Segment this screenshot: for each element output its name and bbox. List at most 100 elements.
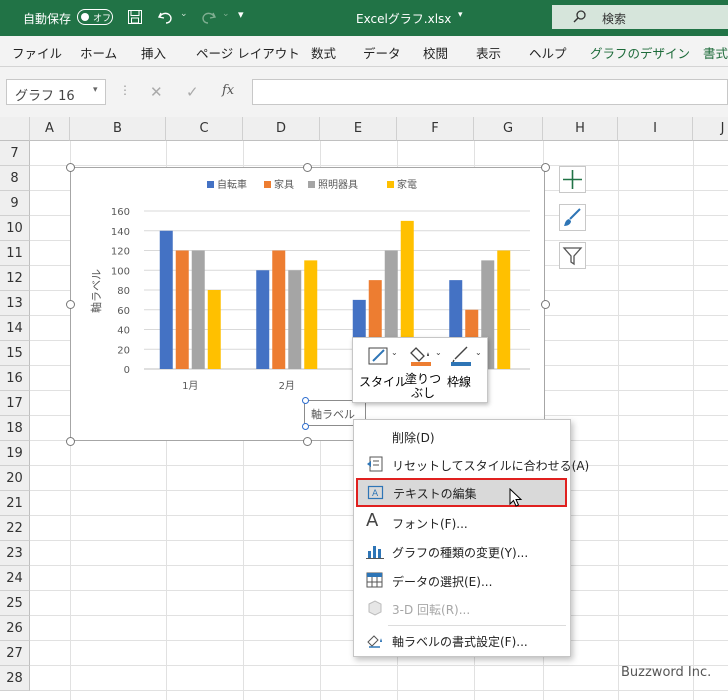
row-header-19[interactable]: 19 bbox=[0, 441, 30, 466]
title-bar: 自動保存 オフ ⌄ ⌄ ▾ Excelグラフ.xlsx ▾ 検索 bbox=[0, 0, 728, 36]
row-header-12[interactable]: 12 bbox=[0, 266, 30, 291]
fill-button[interactable]: ⌄ 塗りつ ぶし bbox=[403, 342, 443, 400]
name-box[interactable]: グラフ 16 ▾ bbox=[6, 79, 106, 105]
menu-item-format-axis-label[interactable]: 軸ラベルの書式設定(F)... bbox=[354, 626, 570, 654]
tab-formulas[interactable]: 数式 bbox=[311, 43, 336, 62]
autosave-toggle[interactable]: オフ bbox=[77, 9, 113, 25]
row-header-22[interactable]: 22 bbox=[0, 516, 30, 541]
row-header-24[interactable]: 24 bbox=[0, 566, 30, 591]
chart-elements-button[interactable] bbox=[559, 166, 586, 193]
row-header-26[interactable]: 26 bbox=[0, 616, 30, 641]
chart-resize-handle-tr[interactable] bbox=[541, 163, 550, 172]
chart-resize-handle-l[interactable] bbox=[66, 300, 75, 309]
y-axis-title: 軸ラベル bbox=[89, 269, 103, 313]
outline-dropdown-icon[interactable]: ⌄ bbox=[475, 348, 482, 357]
chart-resize-handle-bl[interactable] bbox=[66, 437, 75, 446]
menu-item-select-data[interactable]: データの選択(E)... bbox=[354, 566, 570, 594]
y-tick-label: 60 bbox=[117, 306, 130, 317]
insert-function-icon[interactable]: fx bbox=[222, 83, 234, 98]
column-header-h[interactable]: H bbox=[543, 117, 618, 141]
menu-item-label: リセットしてスタイルに合わせる(A) bbox=[392, 459, 590, 473]
tab-file[interactable]: ファイル bbox=[12, 43, 62, 62]
row-header-20[interactable]: 20 bbox=[0, 466, 30, 491]
name-box-dropdown-icon[interactable]: ▾ bbox=[93, 85, 98, 95]
tab-chart-design[interactable]: グラフのデザイン bbox=[590, 43, 690, 62]
customize-qat-icon[interactable]: ▾ bbox=[238, 8, 244, 21]
tab-insert[interactable]: 挿入 bbox=[141, 43, 166, 62]
menu-item-font[interactable]: A フォント(F)... bbox=[354, 508, 570, 536]
cancel-icon[interactable]: ✕ bbox=[150, 83, 163, 101]
svg-text:A: A bbox=[372, 489, 379, 499]
menu-item-change-chart-type[interactable]: グラフの種類の変更(Y)... bbox=[354, 537, 570, 565]
row-header-21[interactable]: 21 bbox=[0, 491, 30, 516]
menu-item-label: 削除(D) bbox=[392, 431, 435, 445]
column-header-j[interactable]: J bbox=[693, 117, 728, 141]
column-header-i[interactable]: I bbox=[618, 117, 693, 141]
search-box[interactable]: 検索 bbox=[552, 5, 728, 29]
menu-item-edit-text[interactable]: A テキストの編集 bbox=[356, 478, 567, 507]
row-header-27[interactable]: 27 bbox=[0, 641, 30, 666]
outline-button[interactable]: ⌄ 枠線 bbox=[447, 342, 487, 398]
redo-icon[interactable] bbox=[198, 9, 218, 25]
column-header-g[interactable]: G bbox=[474, 117, 543, 141]
paint-bucket-icon bbox=[410, 347, 431, 366]
filename-dropdown-icon[interactable]: ▾ bbox=[458, 10, 463, 20]
row-header-17[interactable]: 17 bbox=[0, 391, 30, 416]
axis-title-handle-tl[interactable] bbox=[302, 397, 309, 404]
row-header-7[interactable]: 7 bbox=[0, 141, 30, 166]
legend-label: 照明器具 bbox=[318, 179, 358, 191]
tab-view[interactable]: 表示 bbox=[476, 43, 501, 62]
row-header-8[interactable]: 8 bbox=[0, 166, 30, 191]
row-header-14[interactable]: 14 bbox=[0, 316, 30, 341]
tab-format[interactable]: 書式 bbox=[703, 43, 728, 62]
menu-item-3d-rotation: 3-D 回転(R)... bbox=[354, 594, 570, 622]
row-header-23[interactable]: 23 bbox=[0, 541, 30, 566]
row-header-18[interactable]: 18 bbox=[0, 416, 30, 441]
chart-resize-handle-b[interactable] bbox=[303, 437, 312, 446]
x-tick-label: 2月 bbox=[279, 380, 295, 392]
column-header-d[interactable]: D bbox=[243, 117, 320, 141]
edit-text-icon: A bbox=[367, 485, 384, 500]
axis-title-handle-bl[interactable] bbox=[302, 423, 309, 430]
select-all-corner[interactable] bbox=[0, 117, 30, 141]
fill-dropdown-icon[interactable]: ⌄ bbox=[435, 348, 442, 357]
tab-home[interactable]: ホーム bbox=[80, 43, 117, 62]
enter-icon[interactable]: ✓ bbox=[186, 83, 199, 101]
formula-bar-splitter-icon[interactable]: ⋮ bbox=[119, 83, 131, 97]
column-header-c[interactable]: C bbox=[166, 117, 243, 141]
tab-review[interactable]: 校閲 bbox=[423, 43, 448, 62]
chart-resize-handle-r[interactable] bbox=[541, 300, 550, 309]
chart-resize-handle-t[interactable] bbox=[303, 163, 312, 172]
menu-item-reset-style[interactable]: リセットしてスタイルに合わせる(A) bbox=[354, 450, 589, 478]
style-button[interactable]: ⌄ スタイル bbox=[359, 342, 407, 398]
tab-data[interactable]: データ bbox=[363, 43, 401, 62]
column-header-a[interactable]: A bbox=[30, 117, 70, 141]
row-header-25[interactable]: 25 bbox=[0, 591, 30, 616]
column-header-b[interactable]: B bbox=[70, 117, 166, 141]
y-tick-label: 0 bbox=[124, 365, 130, 376]
row-header-9[interactable]: 9 bbox=[0, 191, 30, 216]
chart-styles-button[interactable] bbox=[559, 204, 586, 231]
row-header-16[interactable]: 16 bbox=[0, 366, 30, 391]
menu-item-delete[interactable]: 削除(D) bbox=[354, 422, 570, 450]
row-header-10[interactable]: 10 bbox=[0, 216, 30, 241]
chart-resize-handle-tl[interactable] bbox=[66, 163, 75, 172]
column-header-e[interactable]: E bbox=[320, 117, 397, 141]
file-name[interactable]: Excelグラフ.xlsx bbox=[356, 10, 451, 27]
style-dropdown-icon[interactable]: ⌄ bbox=[391, 348, 398, 357]
legend-swatch bbox=[207, 181, 214, 188]
tab-page-layout[interactable]: ページ レイアウト bbox=[196, 43, 300, 62]
column-header-f[interactable]: F bbox=[397, 117, 474, 141]
row-header-13[interactable]: 13 bbox=[0, 291, 30, 316]
redo-dropdown-icon[interactable]: ⌄ bbox=[222, 9, 230, 19]
formula-input[interactable] bbox=[252, 79, 728, 105]
undo-dropdown-icon[interactable]: ⌄ bbox=[180, 9, 188, 19]
row-header-11[interactable]: 11 bbox=[0, 241, 30, 266]
save-icon[interactable] bbox=[127, 9, 143, 25]
formula-bar: グラフ 16 ▾ ⋮ ✕ ✓ fx bbox=[0, 67, 728, 117]
chart-filters-button[interactable] bbox=[559, 242, 586, 269]
tab-help[interactable]: ヘルプ bbox=[529, 43, 567, 62]
row-header-15[interactable]: 15 bbox=[0, 341, 30, 366]
undo-icon[interactable] bbox=[156, 9, 176, 25]
row-header-28[interactable]: 28 bbox=[0, 666, 30, 691]
